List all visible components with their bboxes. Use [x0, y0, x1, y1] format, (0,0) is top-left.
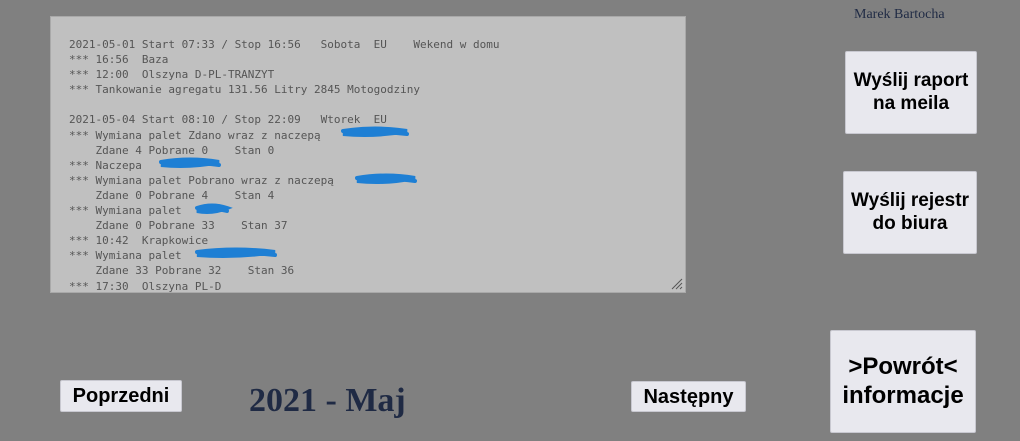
redaction-mark: [159, 157, 221, 168]
resize-grip-icon[interactable]: [671, 278, 683, 290]
redaction-mark: [195, 203, 233, 214]
previous-button[interactable]: Poprzedni: [60, 380, 182, 412]
user-name: Marek Bartocha: [854, 7, 945, 22]
redaction-mark: [355, 173, 417, 184]
redaction-mark: [341, 126, 409, 137]
send-report-email-button[interactable]: Wyślij raport na meila: [845, 51, 977, 134]
next-button[interactable]: Następny: [631, 381, 746, 412]
redaction-marks: [159, 126, 417, 258]
redaction-mark: [195, 247, 277, 258]
send-register-office-button[interactable]: Wyślij rejestr do biura: [843, 171, 977, 254]
back-to-info-button[interactable]: >Powrót< informacje: [830, 330, 976, 433]
log-textarea[interactable]: 2021-05-01 Start 07:33 / Stop 16:56 Sobo…: [50, 16, 686, 293]
month-title: 2021 - Maj: [249, 382, 406, 419]
